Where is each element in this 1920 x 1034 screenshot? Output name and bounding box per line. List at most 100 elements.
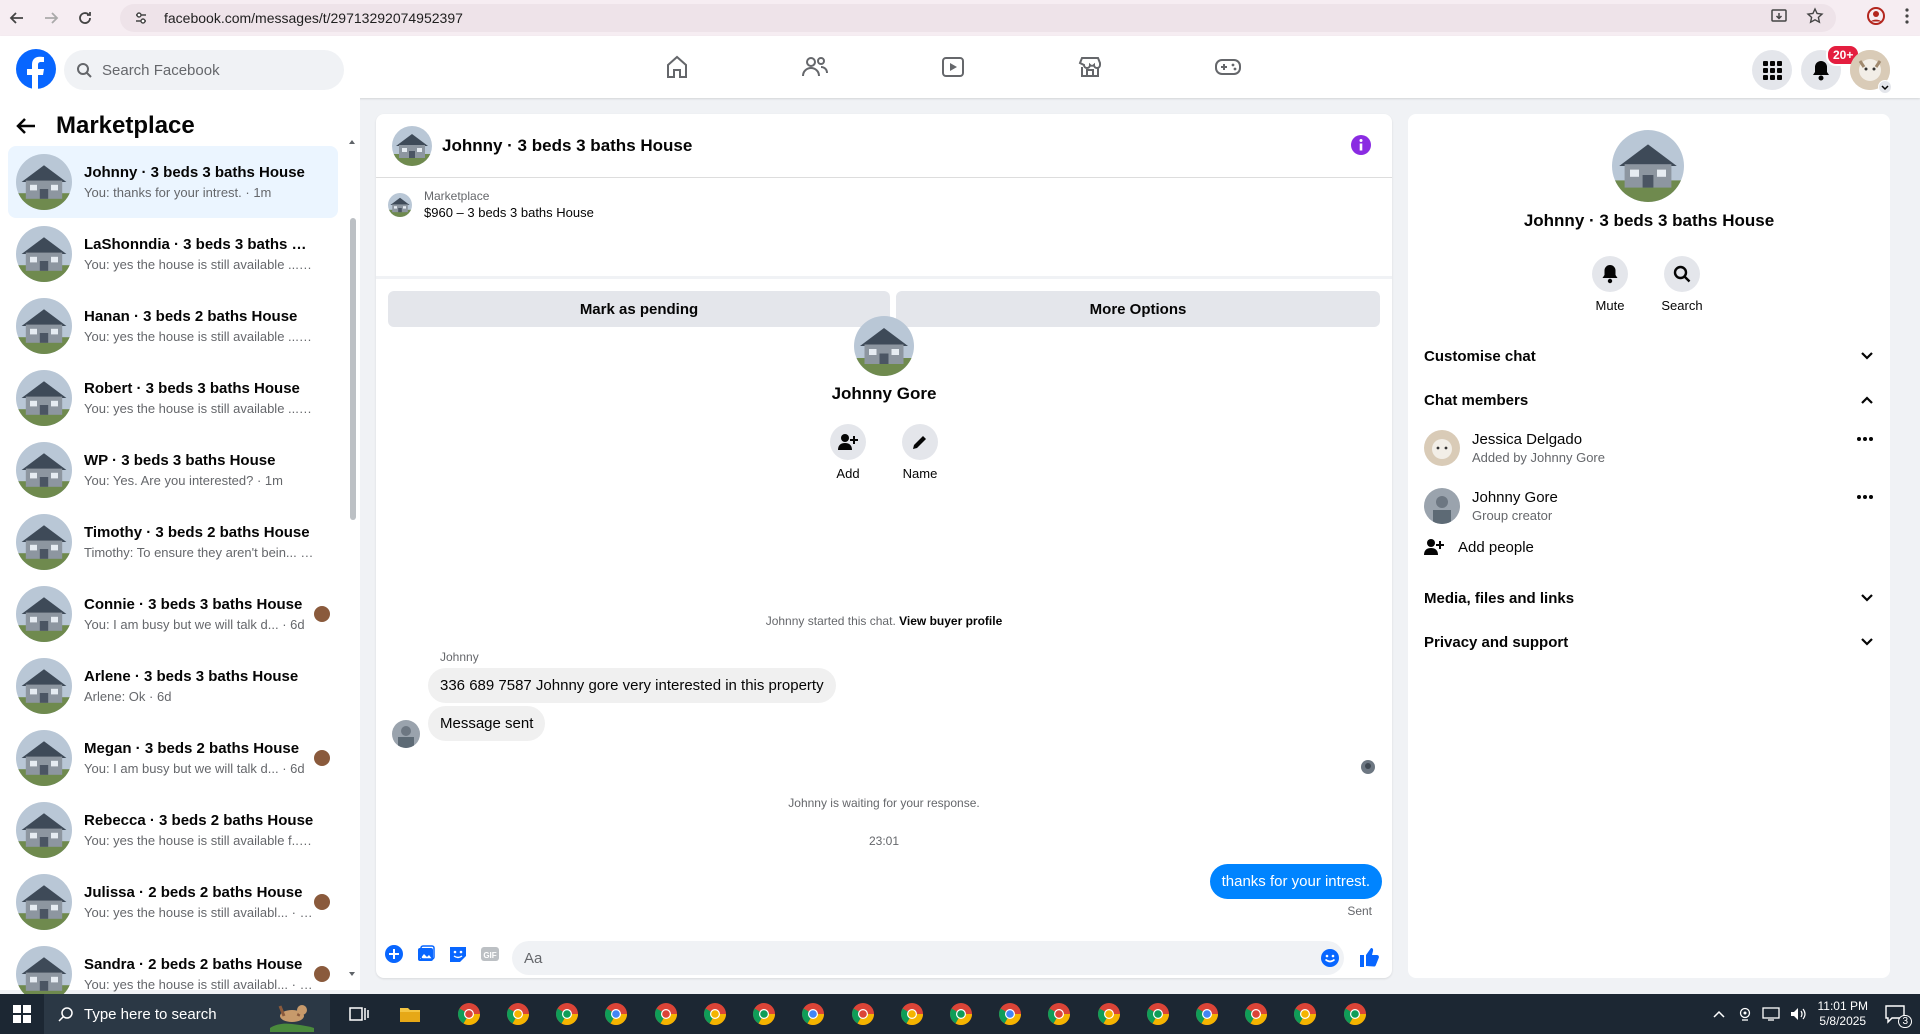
chrome-icon[interactable] (1244, 1002, 1268, 1026)
conversation-item[interactable]: Johnny · 3 beds 3 baths House You: thanks… (8, 146, 338, 218)
chat-title[interactable]: Johnny · 3 beds 3 baths House (442, 136, 692, 156)
my-message-bubble[interactable]: thanks for your intrest. (1209, 864, 1382, 899)
chrome-icon[interactable] (1047, 1002, 1071, 1026)
chrome-icon[interactable] (1343, 1002, 1367, 1026)
mark-pending-button[interactable]: Mark as pending (388, 291, 890, 327)
windows-start-icon[interactable] (0, 994, 44, 1034)
details-avatar[interactable] (1612, 130, 1684, 202)
friends-icon[interactable] (800, 52, 830, 82)
system-clock[interactable]: 11:01 PM 5/8/2025 (1818, 999, 1868, 1029)
url-text[interactable]: facebook.com/messages/t/2971329207495239… (164, 10, 463, 26)
chrome-icon[interactable] (604, 1002, 628, 1026)
volume-icon[interactable] (1790, 1007, 1808, 1021)
scrollbar-thumb[interactable] (350, 218, 356, 520)
site-settings-icon[interactable] (126, 11, 156, 25)
conversation-item[interactable]: Timothy · 3 beds 2 baths House Timothy: T… (8, 506, 338, 578)
conversation-item[interactable]: Rebecca · 3 beds 2 baths House You: yes t… (8, 794, 338, 866)
gaming-icon[interactable] (1213, 52, 1243, 82)
account-chevron-icon[interactable] (1878, 80, 1892, 94)
chrome-icon[interactable] (506, 1002, 530, 1026)
info-icon[interactable] (1350, 134, 1372, 156)
chrome-icon[interactable] (703, 1002, 727, 1026)
member-row[interactable]: Jessica Delgado Added by Johnny Gore (1424, 424, 1874, 472)
menu-grid-icon[interactable] (1752, 50, 1792, 90)
conversation-item[interactable]: WP · 3 beds 3 baths House You: Yes. Are y… (8, 434, 338, 506)
network-icon[interactable] (1761, 1007, 1780, 1021)
notification-center-icon[interactable]: 3 (1884, 1004, 1912, 1028)
chrome-icon[interactable] (851, 1002, 875, 1026)
customise-chat-row[interactable]: Customise chat (1424, 338, 1874, 374)
reload-icon[interactable] (68, 0, 102, 36)
facebook-logo[interactable] (16, 49, 56, 89)
chrome-icon[interactable] (998, 1002, 1022, 1026)
chrome-icon[interactable] (752, 1002, 776, 1026)
member-row[interactable]: Johnny Gore Group creator (1424, 482, 1874, 530)
address-bar[interactable]: facebook.com/messages/t/2971329207495239… (120, 4, 1836, 32)
listing-price[interactable]: $960 – 3 beds 3 baths House (424, 205, 594, 220)
add-member-button[interactable]: Add (818, 424, 878, 481)
chrome-icon[interactable] (1195, 1002, 1219, 1026)
search-in-chat-button[interactable]: Search (1652, 256, 1712, 313)
home-icon[interactable] (662, 52, 692, 82)
media-files-row[interactable]: Media, files and links (1424, 580, 1874, 616)
file-explorer-icon[interactable] (398, 1002, 422, 1026)
conversation-item[interactable]: Julissa · 2 beds 2 baths House You: yes t… (8, 866, 338, 938)
taskbar-search-placeholder[interactable]: Type here to search (84, 1006, 217, 1023)
search-bar[interactable]: Search Facebook (64, 50, 344, 90)
conversation-item[interactable]: Megan · 3 beds 2 baths House You: I am bu… (8, 722, 338, 794)
mute-button[interactable]: Mute (1580, 256, 1640, 313)
plus-circle-icon[interactable] (384, 944, 404, 964)
chrome-icon[interactable] (1293, 1002, 1317, 1026)
menu-kebab-icon[interactable] (1904, 7, 1910, 25)
conversation-item[interactable]: Arlene · 3 beds 3 baths House Arlene: Ok … (8, 650, 338, 722)
profile-icon[interactable] (1866, 6, 1886, 26)
task-view-icon[interactable] (347, 1002, 371, 1026)
name-label: Name (902, 466, 938, 481)
conversation-item[interactable]: Connie · 3 beds 3 baths House You: I am b… (8, 578, 338, 650)
photo-icon[interactable] (416, 944, 436, 964)
listing-thumbnail (16, 226, 72, 282)
message-bubble[interactable]: Message sent (428, 706, 546, 741)
chrome-icon[interactable] (654, 1002, 678, 1026)
chat-members-row[interactable]: Chat members (1424, 382, 1874, 418)
listing-thumbnail (16, 586, 72, 642)
conversation-item[interactable]: Hanan · 3 beds 2 baths House You: yes the… (8, 290, 338, 362)
chrome-icon[interactable] (949, 1002, 973, 1026)
sticker-icon[interactable] (448, 944, 468, 964)
emoji-icon[interactable] (1320, 948, 1340, 968)
marketplace-icon[interactable] (1075, 52, 1105, 82)
bookmark-star-icon[interactable] (1806, 7, 1824, 25)
taskbar-search[interactable]: Type here to search (44, 994, 330, 1034)
back-arrow-icon[interactable] (16, 117, 36, 135)
chevron-up-icon[interactable] (1712, 1009, 1726, 1019)
add-people-button[interactable]: Add people (1424, 538, 1534, 556)
chrome-icon[interactable] (457, 1002, 481, 1026)
message-input[interactable] (512, 941, 1344, 975)
more-options-icon[interactable] (1856, 436, 1874, 442)
chrome-icon[interactable] (900, 1002, 924, 1026)
chrome-icon[interactable] (1146, 1002, 1170, 1026)
chrome-icon[interactable] (555, 1002, 579, 1026)
webcam-icon[interactable] (1738, 1007, 1752, 1021)
more-options-button[interactable]: More Options (896, 291, 1380, 327)
member-role: Added by Johnny Gore (1472, 450, 1605, 465)
gif-icon[interactable]: GIF (480, 944, 500, 964)
more-options-icon[interactable] (1856, 494, 1874, 500)
back-icon[interactable] (0, 0, 34, 36)
search-placeholder[interactable]: Search Facebook (102, 62, 220, 79)
avatar[interactable] (392, 125, 432, 166)
sender-avatar[interactable] (392, 720, 420, 748)
install-app-icon[interactable] (1770, 7, 1788, 25)
edit-name-button[interactable]: Name (890, 424, 950, 481)
conversation-item[interactable]: Robert · 3 beds 3 baths House You: yes th… (8, 362, 338, 434)
message-bubble[interactable]: 336 689 7587 Johnny gore very interested… (428, 668, 836, 703)
privacy-support-row[interactable]: Privacy and support (1424, 624, 1874, 660)
listing-thumbnail[interactable] (388, 192, 412, 217)
watch-icon[interactable] (938, 52, 968, 82)
view-buyer-profile-link[interactable]: View buyer profile (899, 614, 1002, 628)
thumbs-up-icon[interactable] (1358, 946, 1380, 968)
chrome-icon[interactable] (801, 1002, 825, 1026)
forward-icon[interactable] (34, 0, 68, 36)
conversation-item[interactable]: LaShonndia · 3 beds 3 baths Ho... You: ye… (8, 218, 338, 290)
chrome-icon[interactable] (1097, 1002, 1121, 1026)
